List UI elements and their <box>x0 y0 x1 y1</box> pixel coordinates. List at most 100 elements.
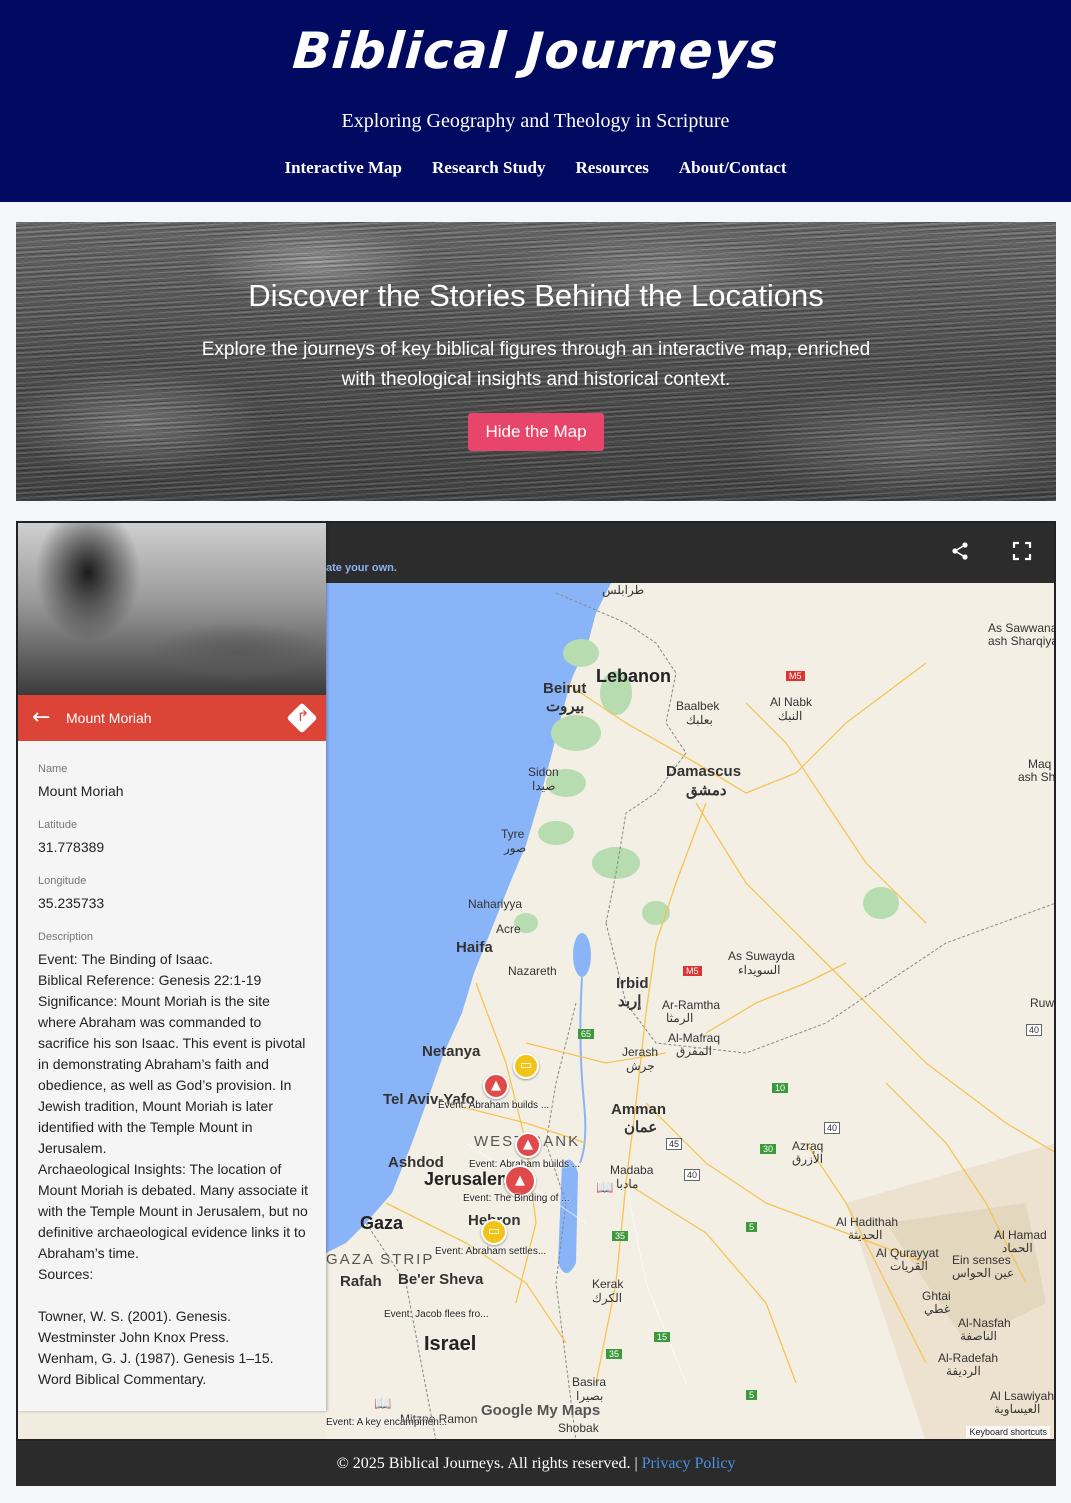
map-label-ruw: Ruw <box>1030 996 1055 1010</box>
event-label-1: Event: Abraham builds ... <box>438 1100 550 1111</box>
create-your-own-link[interactable]: ate your own. <box>326 562 397 574</box>
hide-map-button[interactable]: Hide the Map <box>468 413 604 451</box>
map-label-al-nabk-ar: النبك <box>778 709 803 723</box>
name-value: Mount Moriah <box>38 783 124 799</box>
site-footer: © 2025 Biblical Journeys. All rights res… <box>16 1441 1056 1486</box>
nav-interactive-map[interactable]: Interactive Map <box>284 158 402 178</box>
map-label-sidon-ar: صيدا <box>532 779 556 793</box>
map-label-ein-senses: Ein senses <box>952 1253 1011 1267</box>
arrow-left-icon[interactable]: ← <box>32 705 50 730</box>
map-label-al-mafraq-ar: المفرق <box>676 1044 712 1058</box>
map-label-al-qurayyat-ar: القريات <box>890 1259 928 1273</box>
latitude-label: Latitude <box>38 819 78 831</box>
road-shield-15: 15 <box>654 1332 671 1342</box>
event-label-6: Event: A key encampmen... <box>326 1417 448 1428</box>
event-pin-red-1[interactable]: ▲ <box>483 1073 509 1099</box>
map-label-al-hamad: Al Hamad <box>994 1228 1047 1242</box>
place-header: ← Mount Moriah <box>18 695 326 741</box>
map-label-israel: Israel <box>424 1333 477 1355</box>
hero-banner: Discover the Stories Behind the Location… <box>16 222 1056 501</box>
road-shield-10: 10 <box>772 1083 789 1093</box>
event-pin-yellow-2[interactable]: ▭ <box>481 1219 507 1245</box>
map-label-gaza-strip: GAZA STRIP <box>326 1251 435 1268</box>
map-label-gaza: Gaza <box>360 1213 404 1233</box>
map-label-azraq-ar: الأزرق <box>792 1152 824 1166</box>
map-embed: ate your own. طرابلس Lebanon Beirut بيرو… <box>16 521 1056 1441</box>
map-label-tripoli: طرابلس <box>602 583 645 597</box>
nav-resources[interactable]: Resources <box>576 158 649 178</box>
road-shield-35: 35 <box>612 1231 629 1241</box>
map-label-haifa: Haifa <box>456 939 493 956</box>
map-label-lebanon: Lebanon <box>596 666 671 686</box>
road-shield-5: 5 <box>746 1222 758 1232</box>
road-shield-65: 65 <box>578 1029 595 1039</box>
keyboard-shortcuts-link[interactable]: Keyboard shortcuts <box>966 1426 1050 1438</box>
map-label-basira-ar: بصيرا <box>576 1389 604 1403</box>
longitude-field: Longitude 35.235733 <box>38 875 104 914</box>
google-my-maps-logo: Google My Maps <box>481 1402 601 1419</box>
event-label-3: Event: The Binding of ... <box>463 1193 570 1204</box>
map-label-madaba: Madaba <box>610 1163 654 1177</box>
map-label-shobak: Shobak <box>558 1421 599 1435</box>
map-label-al-radefah: Al-Radefah <box>938 1351 999 1365</box>
map-label-beirut-ar: بيروت <box>546 698 585 715</box>
directions-icon[interactable] <box>286 702 318 734</box>
nav-research-study[interactable]: Research Study <box>432 158 546 178</box>
map-label-ghtai: Ghtai <box>922 1289 951 1303</box>
map-label-ghtai-ar: غطي <box>924 1302 951 1316</box>
map-canvas[interactable]: طرابلس Lebanon Beirut بيروت Baalbek بعلب… <box>326 583 1055 1439</box>
map-label-netanya: Netanya <box>422 1043 481 1060</box>
longitude-value: 35.235733 <box>38 895 105 911</box>
map-label-ein-senses-ar: عين الحواس <box>952 1266 1015 1280</box>
event-pin-yellow-1[interactable]: ▭ <box>513 1053 539 1079</box>
map-label-tyre-ar: صور <box>504 841 527 855</box>
map-label-as-suwayda: As Suwayda <box>728 949 795 963</box>
map-label-tyre: Tyre <box>501 827 525 841</box>
map-label-ar-ramtha-ar: الرمثا <box>666 1011 694 1025</box>
event-pin-red-2[interactable]: ▲ <box>515 1132 541 1158</box>
map-label-beirut: Beirut <box>543 680 587 697</box>
hero-text: Explore the journeys of key biblical fig… <box>201 339 871 390</box>
map-label-damascus-ar: دمشق <box>686 782 727 799</box>
road-shield-35b: 35 <box>606 1349 623 1359</box>
road-shield-m5: M5 <box>683 966 702 976</box>
main-nav: Interactive Map Research Study Resources… <box>0 158 1071 178</box>
site-title: Biblical Journeys <box>290 22 781 80</box>
book-icon-south[interactable]: 📖 <box>374 1395 391 1412</box>
share-icon[interactable] <box>948 541 972 565</box>
privacy-policy-link[interactable]: Privacy Policy <box>642 1455 736 1472</box>
map-label-jerusalem: Jerusalem <box>424 1169 514 1189</box>
map-label-al-nasfah: Al-Nasfah <box>958 1316 1011 1330</box>
fullscreen-icon[interactable] <box>1010 541 1034 565</box>
map-label-sidon: Sidon <box>528 765 559 779</box>
map-label-beer-sheva: Be'er Sheva <box>398 1271 484 1288</box>
map-label-damascus: Damascus <box>666 763 742 780</box>
map-label-al-lsawiyah-ar: العيساوية <box>994 1402 1041 1416</box>
book-icon[interactable]: 📖 <box>596 1179 613 1196</box>
map-label-baalbek: Baalbek <box>676 699 720 713</box>
map-label-maq: Maq <box>1028 757 1052 771</box>
map-label-irbid-ar: إربد <box>618 993 642 1010</box>
description-value: Event: The Binding of Isaac. Biblical Re… <box>38 951 309 1387</box>
latitude-value: 31.778389 <box>38 839 105 855</box>
map-label-ar-ramtha: Ar-Ramtha <box>662 998 721 1012</box>
nav-about-contact[interactable]: About/Contact <box>679 158 787 178</box>
name-field: Name Mount Moriah <box>38 763 124 802</box>
footer-copyright: © 2025 Biblical Journeys. All rights res… <box>336 1455 642 1472</box>
map-label-al-nasfah-ar: الناصفة <box>960 1329 997 1343</box>
road-shield-m5-north: M5 <box>786 671 805 681</box>
road-shield-5b: 5 <box>746 1390 758 1400</box>
map-label-baalbek-ar: بعلبك <box>686 713 713 727</box>
map-label-nazareth: Nazareth <box>508 964 557 978</box>
map-label-kerak-ar: الكرك <box>592 1291 623 1305</box>
map-label-al-hadithah-ar: الحديثة <box>848 1228 883 1242</box>
road-shield-40b: 40 <box>684 1169 701 1181</box>
place-details-panel: ← Mount Moriah Name Mount Moriah Latitud… <box>18 523 326 1411</box>
map-label-al-mafraq: Al-Mafraq <box>668 1031 721 1045</box>
site-subtitle: Exploring Geography and Theology in Scri… <box>341 110 730 132</box>
map-label-al-lsawiyah: Al Lsawiyah <box>990 1389 1055 1403</box>
map-label-jerash: Jerash <box>622 1045 659 1059</box>
map-label-amman: Amman <box>611 1101 667 1118</box>
map-label-rafah: Rafah <box>340 1273 382 1290</box>
map-label-jerash-ar: جرش <box>626 1059 655 1073</box>
